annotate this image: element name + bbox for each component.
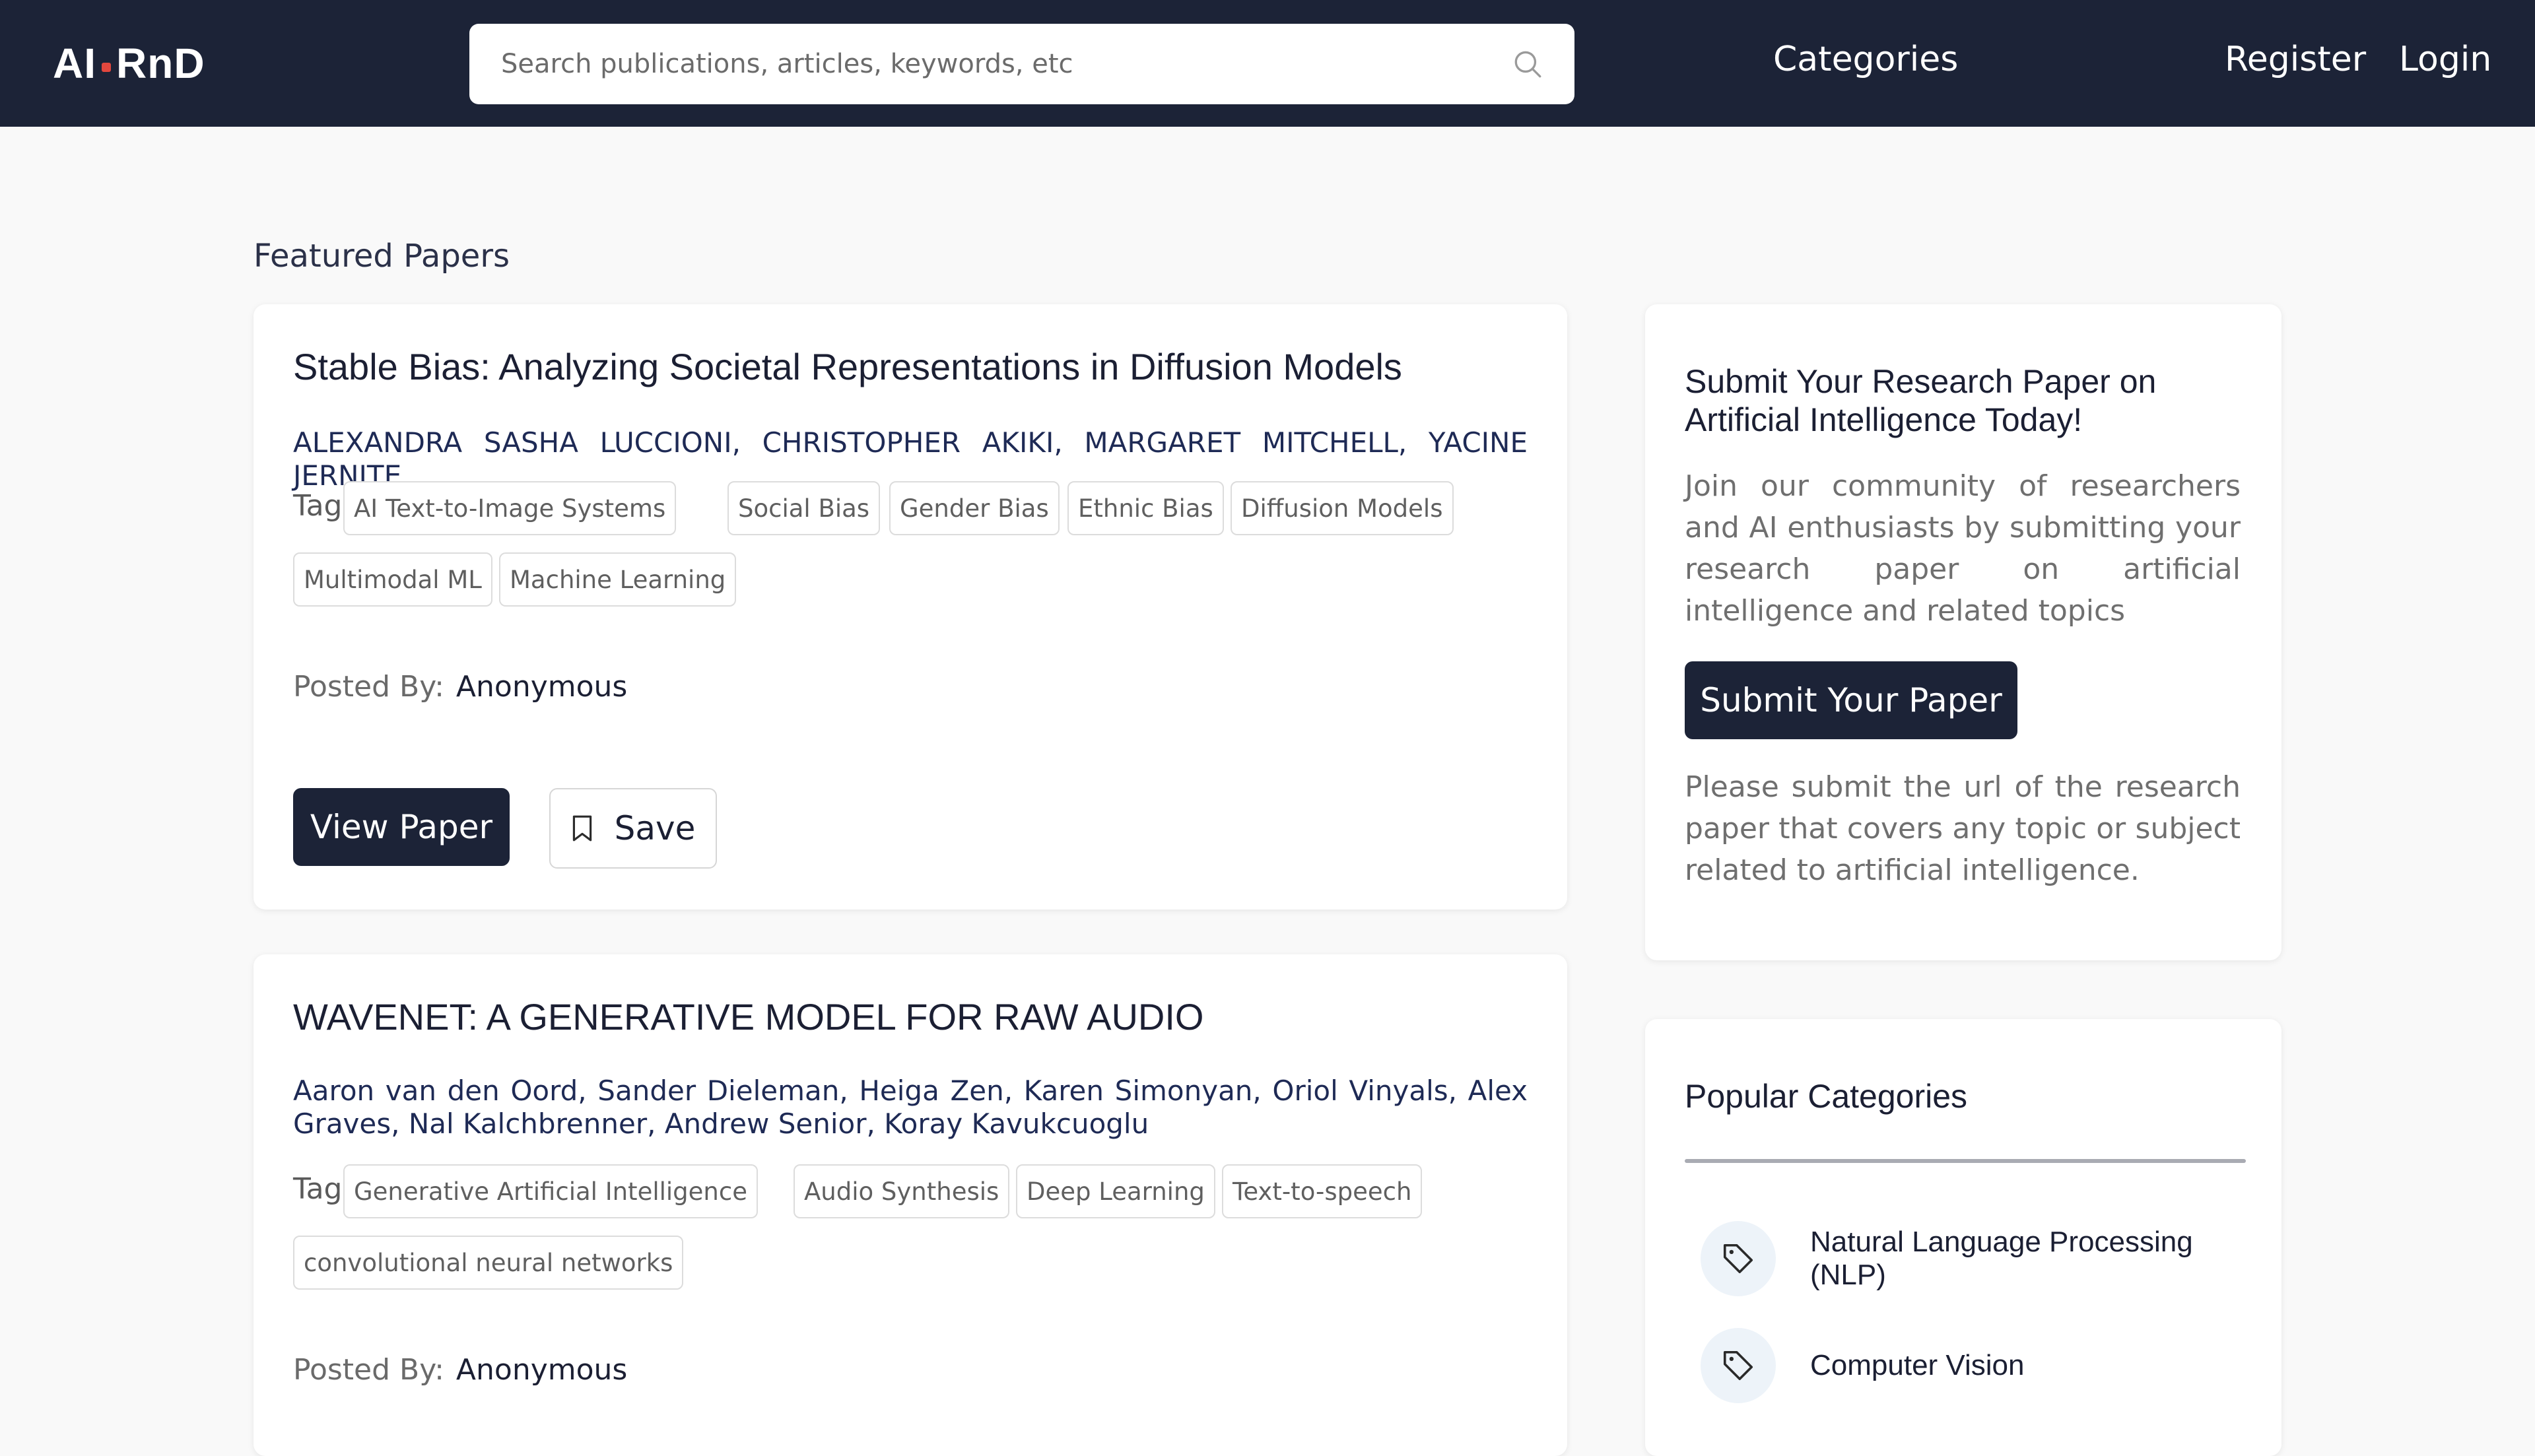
submit-note: Please submit the url of the research pa… — [1685, 770, 2241, 887]
submit-heading: Submit Your Research Paper on Artificial… — [1685, 363, 2157, 438]
submit-paper-card: Submit Your Research Paper on Artificial… — [1645, 304, 2282, 960]
paper-title[interactable]: WAVENET: A GENERATIVE MODEL FOR RAW AUDI… — [293, 995, 1203, 1038]
tag-chip[interactable]: Text-to-speech — [1222, 1164, 1423, 1218]
tag-chip[interactable]: Social Bias — [727, 481, 881, 535]
submit-paper-button[interactable]: Submit Your Paper — [1685, 661, 2017, 739]
paper-authors: Aaron van den Oord, Sander Dieleman, Hei… — [293, 1075, 1528, 1140]
submit-description: Join our community of researchers and AI… — [1685, 469, 2241, 628]
tag-icon — [1701, 1328, 1776, 1403]
bookmark-icon — [572, 815, 592, 842]
top-navbar: AI RnD Categories Register Login — [0, 0, 2535, 127]
tag-chip[interactable]: Ethnic Bias — [1067, 481, 1224, 535]
paper-card: WAVENET: A GENERATIVE MODEL FOR RAW AUDI… — [254, 954, 1567, 1456]
paper-card: Stable Bias: Analyzing Societal Represen… — [254, 304, 1567, 910]
tag-chip[interactable]: Audio Synthesis — [794, 1164, 1010, 1218]
tag-icon — [1701, 1221, 1776, 1296]
section-title: Featured Papers — [254, 238, 510, 275]
search-icon[interactable] — [1511, 48, 1544, 81]
category-item-nlp[interactable]: Natural Language Processing (NLP) — [1701, 1221, 2246, 1296]
site-logo[interactable]: AI RnD — [53, 40, 205, 87]
view-paper-button[interactable]: View Paper — [293, 788, 510, 866]
tag-chip[interactable]: AI Text-to-Image Systems — [343, 481, 677, 535]
logo-accent-dot — [102, 63, 111, 72]
tag-chip[interactable]: Machine Learning — [499, 552, 737, 607]
tag-chip[interactable]: convolutional neural networks — [293, 1236, 684, 1290]
popular-categories-card: Popular Categories Natural Language Proc… — [1645, 1019, 2282, 1456]
search-bar — [469, 24, 1574, 104]
tag-chip[interactable]: Gender Bias — [889, 481, 1060, 535]
save-button-label: Save — [614, 809, 696, 847]
tag-chip[interactable]: Multimodal ML — [293, 552, 492, 607]
category-item-computer-vision[interactable]: Computer Vision — [1701, 1328, 2246, 1403]
posted-by: Posted By: Anonymous — [293, 1353, 627, 1387]
paper-title[interactable]: Stable Bias: Analyzing Societal Represen… — [293, 345, 1402, 388]
posted-by: Posted By: Anonymous — [293, 670, 627, 704]
logo-text-rnd: RnD — [116, 40, 205, 87]
category-label: Computer Vision — [1810, 1349, 2025, 1381]
nav-register-link[interactable]: Register — [2225, 42, 2366, 77]
posted-by-label: Posted By: — [293, 670, 444, 704]
posted-by-author: Anonymous — [456, 670, 628, 704]
tag-chip[interactable]: Deep Learning — [1016, 1164, 1215, 1218]
posted-by-label: Posted By: — [293, 1353, 444, 1387]
nav-categories-link[interactable]: Categories — [1773, 42, 1958, 77]
search-input[interactable] — [469, 24, 1574, 104]
posted-by-author: Anonymous — [456, 1353, 628, 1387]
category-label: Natural Language Processing (NLP) — [1810, 1226, 2193, 1291]
tag-chip[interactable]: Generative Artificial Intelligence — [343, 1164, 758, 1218]
tag-chip[interactable]: Diffusion Models — [1231, 481, 1454, 535]
divider — [1685, 1159, 2246, 1163]
save-button[interactable]: Save — [549, 788, 717, 869]
nav-login-link[interactable]: Login — [2399, 42, 2491, 77]
popular-categories-title: Popular Categories — [1685, 1078, 1968, 1115]
logo-text-ai: AI — [53, 40, 96, 87]
